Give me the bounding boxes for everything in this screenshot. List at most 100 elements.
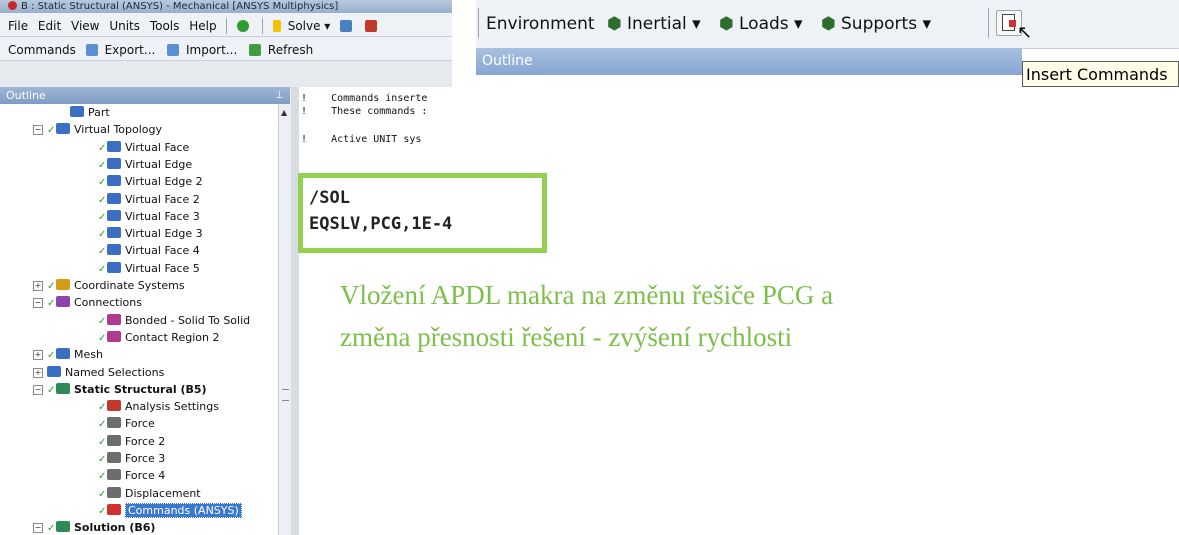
outline-item[interactable]: ✓ Virtual Face 2 <box>98 191 200 208</box>
outline-item[interactable]: − ✓ Virtual Topology <box>33 121 163 138</box>
displacement-icon <box>107 486 121 498</box>
expand-toggle-icon[interactable]: − <box>33 125 43 136</box>
outline-item[interactable]: + ✓ Mesh <box>33 346 103 363</box>
outline-header-right: Outline <box>476 48 1022 75</box>
scroll-grip[interactable] <box>282 389 289 401</box>
outline-item[interactable]: ✓ Virtual Face 3 <box>98 208 200 225</box>
menu-tools[interactable]: Tools <box>150 14 180 38</box>
status-check-icon: ✓ <box>98 505 107 517</box>
status-check-icon: ✓ <box>47 523 56 535</box>
outline-item[interactable]: ✓ Virtual Edge 3 <box>98 225 203 242</box>
status-check-icon: ✓ <box>47 281 56 292</box>
panel-splitter[interactable] <box>291 87 299 535</box>
loads-dropdown[interactable]: Loads ▾ <box>739 14 803 34</box>
command-line-eqslv: EQSLV,PCG,1E-4 <box>309 214 453 234</box>
outline-item[interactable]: Part <box>70 104 110 121</box>
import-button[interactable]: Import... <box>186 38 237 62</box>
status-check-icon: ✓ <box>47 298 56 310</box>
environment-label: Environment <box>486 14 595 34</box>
static-structural-icon <box>56 382 70 394</box>
menu-edit[interactable]: Edit <box>38 14 61 38</box>
solve-lightning-icon[interactable] <box>272 19 281 32</box>
outline-item[interactable]: ✓ Virtual Edge 2 <box>98 173 203 190</box>
editor-line: ! Active UNIT sys <box>301 134 422 145</box>
outline-item[interactable]: ✓ Bonded - Solid To Solid <box>98 312 250 329</box>
supports-dropdown[interactable]: Supports ▾ <box>841 14 931 34</box>
menu-units[interactable]: Units <box>109 14 140 38</box>
menu-file[interactable]: File <box>8 14 28 38</box>
outline-item[interactable]: ✓ Force 4 <box>98 467 165 484</box>
command-toolbar: Commands Export... Import... Refresh <box>0 37 452 61</box>
outline-item-label: Virtual Topology <box>74 123 163 137</box>
connections-icon <box>56 296 70 308</box>
pin-icon[interactable]: ⊥ <box>275 87 284 104</box>
outline-item[interactable]: ✓ Virtual Face 4 <box>98 242 200 259</box>
refresh-button[interactable]: Refresh <box>268 38 313 62</box>
outline-item[interactable]: ✓ Analysis Settings <box>98 398 219 415</box>
outline-item-label: Virtual Face 4 <box>125 244 200 258</box>
export-button[interactable]: Export... <box>105 38 156 62</box>
outline-scrollbar[interactable]: ▲ <box>278 104 292 535</box>
expand-toggle-icon[interactable]: + <box>33 350 43 361</box>
supports-icon[interactable]: ⬢ <box>821 14 836 34</box>
expand-toggle-icon[interactable]: − <box>33 523 43 534</box>
outline-item[interactable]: ✓ Force 3 <box>98 450 165 467</box>
analysis-settings-icon <box>107 400 121 412</box>
force-icon <box>107 417 121 429</box>
expand-toggle-icon[interactable]: − <box>33 384 43 395</box>
inertial-dropdown[interactable]: Inertial ▾ <box>627 14 701 34</box>
export-icon[interactable] <box>85 43 98 56</box>
import-icon[interactable] <box>167 43 180 56</box>
commands-editor[interactable]: ! Commands inserte ! These commands : ! … <box>299 87 452 535</box>
toolbar-icon-b[interactable] <box>365 19 377 32</box>
outline-item[interactable]: ✓ Virtual Edge <box>98 156 192 173</box>
outline-item-label: Coordinate Systems <box>74 279 185 292</box>
status-check-icon: ✓ <box>98 488 107 500</box>
virtual-topology-icon <box>56 123 70 135</box>
caption-line-1: Vložení APDL makra na změnu řešiče PCG a <box>340 280 834 310</box>
outline-item[interactable]: ✓ Force 2 <box>98 433 165 450</box>
outline-item-label: Force <box>125 417 155 431</box>
status-check-icon: ✓ <box>98 159 107 171</box>
outline-item-label: Virtual Edge <box>125 157 193 171</box>
status-check-icon: ✓ <box>98 315 107 327</box>
expand-toggle-icon[interactable]: + <box>33 281 43 291</box>
window-title: B : Static Structural (ANSYS) - Mechanic… <box>21 1 339 12</box>
outline-item[interactable]: + Named Selections <box>33 364 164 381</box>
ansys-logo-icon <box>8 1 17 10</box>
status-check-icon: ✓ <box>98 211 107 223</box>
outline-item[interactable]: + ✓ Coordinate Systems <box>33 277 185 294</box>
outline-item[interactable]: − ✓ Solution (B6) <box>33 519 156 535</box>
outline-item[interactable]: ✓ Virtual Face <box>98 139 189 156</box>
ansys-mechanical-window: B : Static Structural (ANSYS) - Mechanic… <box>0 0 452 535</box>
refresh-icon[interactable] <box>249 43 262 56</box>
scroll-up-icon[interactable]: ▲ <box>281 108 287 117</box>
outline-item[interactable]: − ✓ Connections <box>33 294 142 311</box>
outline-item[interactable]: ✓ Contact Region 2 <box>98 329 219 346</box>
loads-icon[interactable]: ⬢ <box>719 14 734 34</box>
outline-item-label: Solution (B6) <box>74 521 156 535</box>
commands-menu[interactable]: Commands <box>8 38 76 62</box>
editor-line: ! These commands : <box>301 106 428 117</box>
solve-button[interactable]: Solve ▾ <box>288 14 331 38</box>
outline-item[interactable]: ✓ Virtual Face 5 <box>98 260 200 277</box>
status-check-icon: ✓ <box>98 142 107 154</box>
inertial-icon[interactable]: ⬢ <box>607 14 622 34</box>
status-check-icon: ✓ <box>98 246 107 258</box>
outline-tree: Part − ✓ Virtual Topology ✓ Virtual Face ✓ Virt… <box>0 104 278 535</box>
outline-item[interactable]: ✓ Force <box>98 415 155 432</box>
expand-toggle-icon[interactable]: + <box>33 367 43 378</box>
toolbar-icon-a[interactable] <box>340 19 353 32</box>
named-selections-icon <box>47 365 61 377</box>
outline-item[interactable]: ✓ Displacement <box>98 485 201 502</box>
outline-item[interactable]: ✓ Commands (ANSYS) <box>98 502 242 519</box>
outline-item[interactable]: − ✓ Static Structural (B5) <box>33 381 207 398</box>
menu-help[interactable]: Help <box>189 14 216 38</box>
status-check-icon: ✓ <box>98 229 107 241</box>
checkmark-icon[interactable] <box>237 19 250 32</box>
outline-item-label: Virtual Face 3 <box>125 209 200 223</box>
expand-toggle-icon[interactable]: − <box>33 298 43 309</box>
menu-view[interactable]: View <box>71 14 99 38</box>
mesh-icon <box>56 348 70 360</box>
status-check-icon: ✓ <box>98 177 107 189</box>
